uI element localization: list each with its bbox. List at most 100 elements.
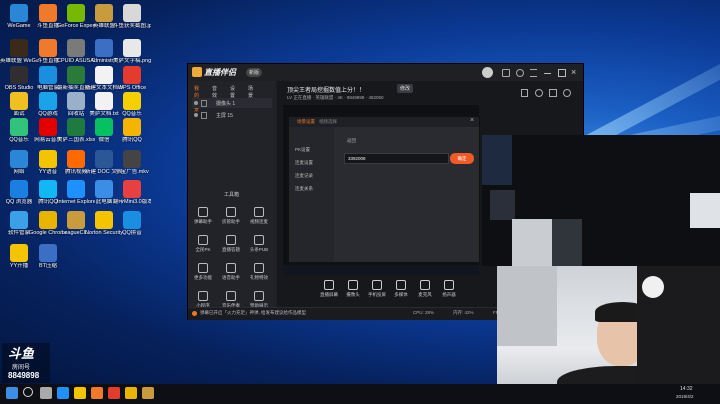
avatar[interactable] (482, 67, 493, 78)
search-icon[interactable] (23, 387, 33, 397)
tool-item[interactable]: 视频连麦 (246, 205, 272, 229)
desktop-icon[interactable]: 美萨文字稿.png (113, 39, 151, 64)
tool-item[interactable]: 语音助手 (218, 261, 244, 285)
control-button[interactable]: 手机投屏 (365, 279, 389, 303)
settings-icon[interactable] (516, 69, 524, 77)
desktop-icon-label: 小宝广告.mkv (115, 169, 149, 175)
app-icon (123, 211, 141, 229)
dialog-side-item[interactable]: 连麦设置 (295, 160, 313, 166)
clock[interactable]: 14:32 (680, 386, 693, 392)
app-icon (10, 39, 28, 57)
dialog-side-item[interactable]: 连麦关系 (295, 186, 313, 192)
chrome-icon[interactable] (125, 387, 137, 399)
desktop-icon-label: BT压缩 (38, 263, 58, 269)
share-icon[interactable] (563, 89, 571, 97)
explorer-icon[interactable] (74, 387, 86, 399)
app-icon (95, 39, 113, 57)
room-id-input[interactable]: 3392008 (344, 153, 449, 164)
menu-icon[interactable] (530, 69, 537, 77)
left-tab[interactable]: 场景 (248, 85, 253, 99)
lock-icon[interactable] (201, 100, 207, 107)
tool-icon (198, 235, 208, 245)
tool-item[interactable]: 更多功能 (190, 261, 216, 285)
tool-icon (254, 235, 264, 245)
desktop-icon[interactable]: 小宝广告.mkv (113, 150, 151, 175)
left-tab[interactable]: 音效 (212, 85, 217, 99)
tool-item[interactable]: 直播答题 (218, 233, 244, 257)
version-badge[interactable]: 新版 (246, 68, 263, 77)
control-button[interactable]: 直播屏幕 (317, 279, 341, 303)
desktop-icon[interactable]: BT压缩 (29, 244, 67, 269)
tool-label: 全民PK (195, 247, 211, 252)
minimize-icon[interactable] (544, 73, 551, 74)
desktop-icon[interactable]: 翻带Mini3.0版本 (113, 180, 151, 205)
tool-item[interactable]: 礼物特效 (246, 261, 272, 285)
desktop-icon-label: 翻带Mini3.0版本 (113, 199, 151, 205)
app-icon (10, 66, 28, 84)
tool-icon (198, 263, 208, 273)
desktop-icon-label: 斗鱼获奖截图.jpg (113, 23, 151, 29)
app-icon (123, 180, 141, 198)
scene-item[interactable]: 摄像头 1 (192, 98, 272, 108)
date[interactable]: 2019/4/2 (676, 394, 694, 399)
app-icon (67, 180, 85, 198)
close-icon[interactable]: × (470, 117, 474, 124)
dialog-tab[interactable]: 场景设置 (297, 119, 315, 125)
scene-sidebar: 我的场景音效设置场景 摄像头 1 主屏 15 工具箱 弹幕助手房管助手视频连麦全… (188, 81, 276, 319)
scene-item[interactable]: 主屏 15 (192, 110, 272, 120)
desktop-icon[interactable]: 斗鱼获奖截图.jpg (113, 4, 151, 29)
tool-icon (254, 263, 264, 273)
tool-item[interactable]: 弹幕助手 (190, 205, 216, 229)
start-icon[interactable] (6, 387, 18, 399)
control-label: 直播屏幕 (320, 292, 338, 297)
dialog-tab[interactable]: 视频选择 (319, 119, 337, 125)
dialog-side-item[interactable]: PK设置 (295, 147, 310, 153)
wps-icon[interactable] (108, 387, 120, 399)
back-link[interactable]: 返回 (347, 138, 356, 144)
desktop-icon-label: 美萨文字稿.png (113, 58, 151, 64)
tool-label: 语音助手 (222, 275, 240, 280)
preview-tile (552, 219, 582, 266)
dialog-header: 场景设置 视频选择 × (289, 117, 479, 127)
douyu-icon[interactable] (91, 387, 103, 399)
dialog-side-item[interactable]: 连麦记录 (295, 173, 313, 179)
control-button[interactable]: 麦克风 (413, 279, 437, 303)
tool-item[interactable]: 全民PK (190, 233, 216, 257)
eye-icon[interactable] (194, 101, 198, 105)
eye-icon[interactable] (194, 113, 198, 117)
left-tab[interactable]: 设置 (230, 85, 235, 99)
skin-icon[interactable] (502, 69, 510, 77)
control-icon (444, 280, 454, 290)
maximize-icon[interactable] (558, 69, 566, 77)
tool-label: 房管助手 (222, 219, 240, 224)
preview-tile (690, 193, 720, 228)
control-icon (372, 280, 382, 290)
app-icon (39, 118, 57, 136)
control-button[interactable]: 多媒体 (389, 279, 413, 303)
app-icon (95, 118, 113, 136)
lol-icon[interactable] (142, 387, 154, 399)
tool-item[interactable]: 头条PUB (246, 233, 272, 257)
control-button[interactable]: 扬声器 (437, 279, 461, 303)
desktop-icon[interactable]: QQ音乐 (113, 92, 151, 117)
desktop-icon[interactable]: 腾讯QQ (113, 118, 151, 143)
tool-icon (254, 207, 264, 217)
tool-icon (254, 291, 264, 301)
control-button[interactable]: 摄像头 (341, 279, 365, 303)
lock-icon[interactable] (521, 89, 528, 97)
task-view-icon[interactable] (40, 387, 52, 399)
video-preview-strip (482, 135, 720, 266)
tool-item[interactable]: 房管助手 (218, 205, 244, 229)
close-icon[interactable]: × (571, 67, 576, 77)
app-icon (95, 180, 113, 198)
lock-icon[interactable] (201, 112, 207, 119)
edge-icon[interactable] (57, 387, 69, 399)
desktop-icon[interactable]: WPS Office (113, 66, 151, 91)
layout-icon[interactable] (549, 89, 557, 97)
refresh-icon[interactable] (535, 89, 543, 97)
edit-title-button[interactable]: 修改 (397, 84, 414, 93)
app-icon (123, 118, 141, 136)
desktop-icon[interactable]: QQ拼音 (113, 211, 151, 236)
app-icon (123, 150, 141, 168)
confirm-button[interactable]: 确定 (450, 153, 474, 164)
